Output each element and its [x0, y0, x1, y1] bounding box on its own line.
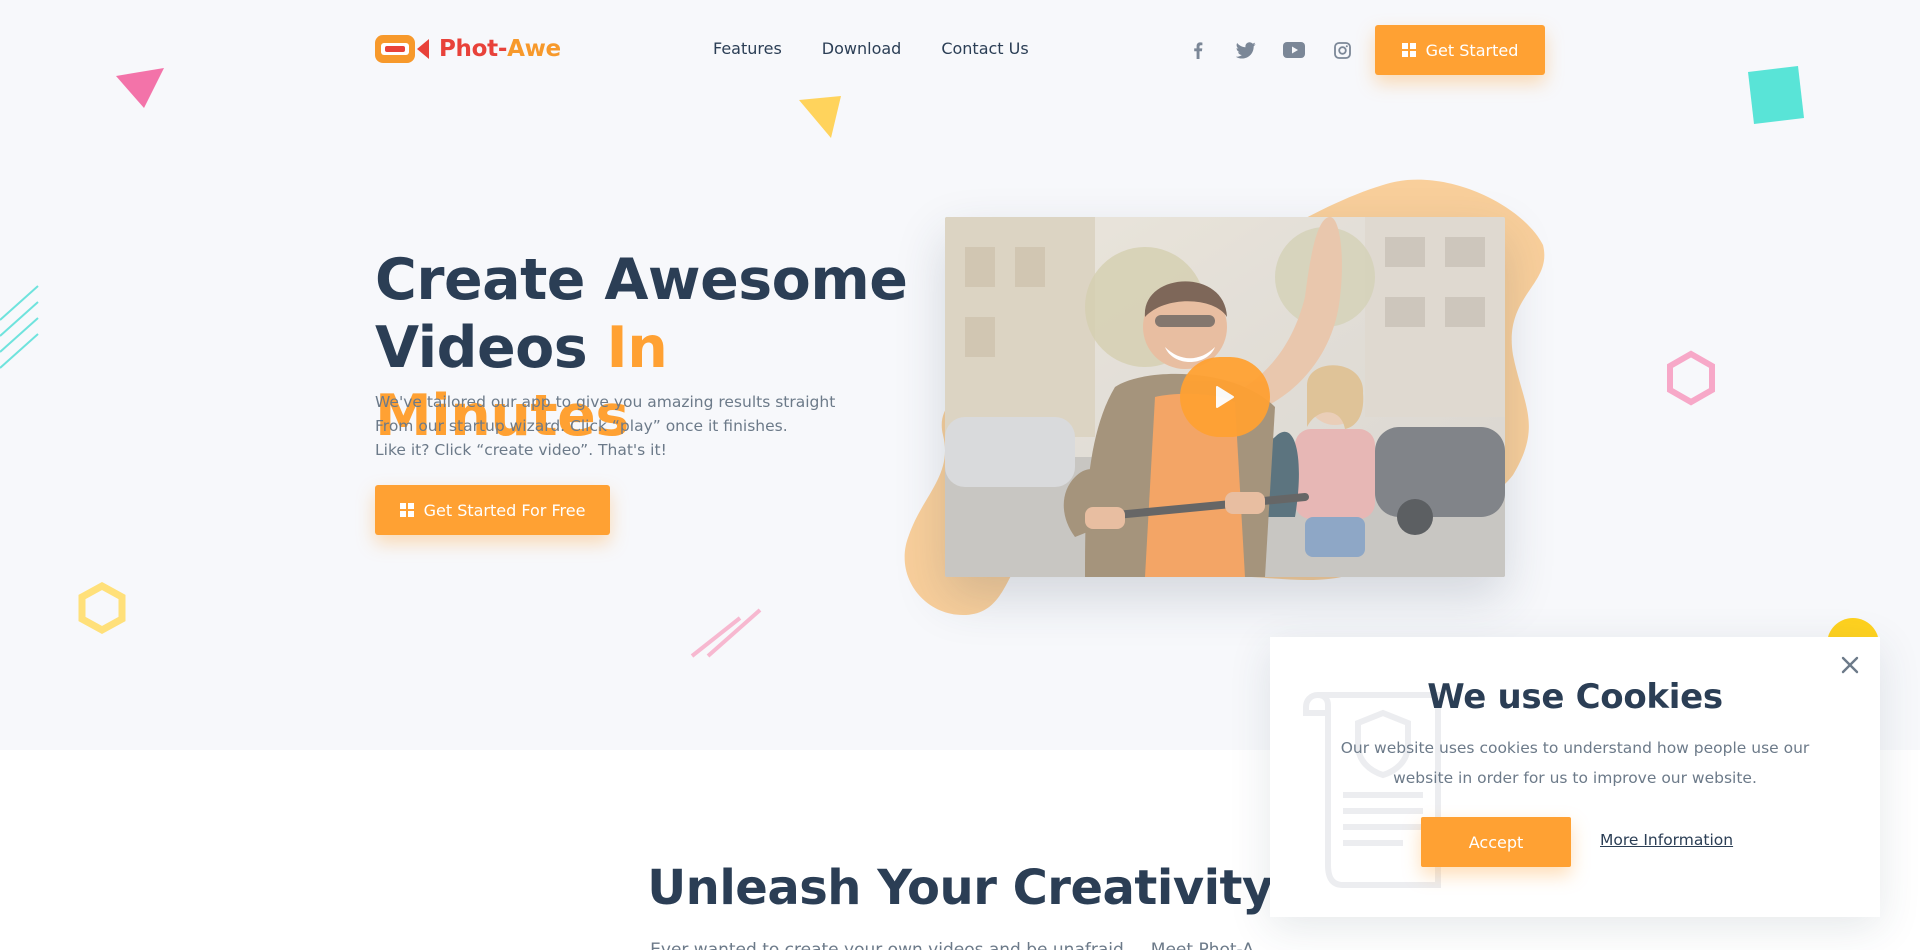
pink-lines-decoration [690, 608, 762, 658]
pink-triangle-decoration [116, 68, 164, 108]
teal-square-decoration [1748, 66, 1804, 124]
play-button[interactable] [1180, 357, 1270, 437]
header-get-started-button[interactable]: Get Started [1375, 25, 1545, 75]
cookie-consent-dialog: We use Cookies Our website uses cookies … [1270, 637, 1880, 917]
close-icon[interactable] [1838, 653, 1862, 677]
cookie-text: Our website uses cookies to understand h… [1340, 739, 1810, 787]
main-nav: Features Download Contact Us [713, 39, 1029, 58]
get-started-free-button[interactable]: Get Started For Free [375, 485, 610, 535]
windows-icon [399, 503, 414, 517]
logo-text: Phot-Awe [439, 36, 561, 62]
hero-title-line2: Videos [375, 315, 607, 381]
yellow-hexagon-decoration [78, 582, 126, 634]
play-icon [1216, 386, 1234, 408]
logo[interactable]: Phot-Awe [375, 33, 561, 65]
header-get-started-label: Get Started [1425, 40, 1519, 60]
pink-hexagon-decoration [1667, 350, 1715, 406]
nav-item-contact-us[interactable]: Contact Us [941, 39, 1028, 58]
nav-item-features[interactable]: Features [713, 39, 782, 58]
hero-desc-line3: Like it? Click “create video”. That's it… [375, 441, 667, 459]
instagram-icon[interactable] [1330, 39, 1354, 61]
nav-item-download[interactable]: Download [822, 39, 902, 58]
hero-desc-line2: From our startup wizard. Click “play” on… [375, 417, 788, 435]
yellow-triangle-decoration [799, 96, 841, 138]
camera-logo-icon [375, 35, 429, 63]
twitter-icon[interactable] [1234, 39, 1258, 61]
windows-icon [1401, 43, 1416, 57]
social-links [1186, 39, 1354, 61]
teal-lines-decoration [0, 285, 39, 369]
hero-description: We've tailored our app to give you amazi… [375, 390, 875, 462]
cookie-title: We use Cookies [1427, 677, 1723, 717]
accept-cookies-button[interactable]: Accept [1421, 817, 1571, 867]
get-started-free-label: Get Started For Free [423, 500, 586, 520]
youtube-icon[interactable] [1282, 39, 1306, 61]
facebook-icon[interactable] [1186, 39, 1210, 61]
accept-label: Accept [1468, 832, 1524, 852]
hero-title-line1: Create Awesome [375, 247, 908, 313]
section-subtitle: Ever wanted to create your own videos an… [650, 940, 1270, 950]
more-information-link[interactable]: More Information [1600, 831, 1733, 849]
hero-desc-line1: We've tailored our app to give you amazi… [375, 393, 836, 411]
